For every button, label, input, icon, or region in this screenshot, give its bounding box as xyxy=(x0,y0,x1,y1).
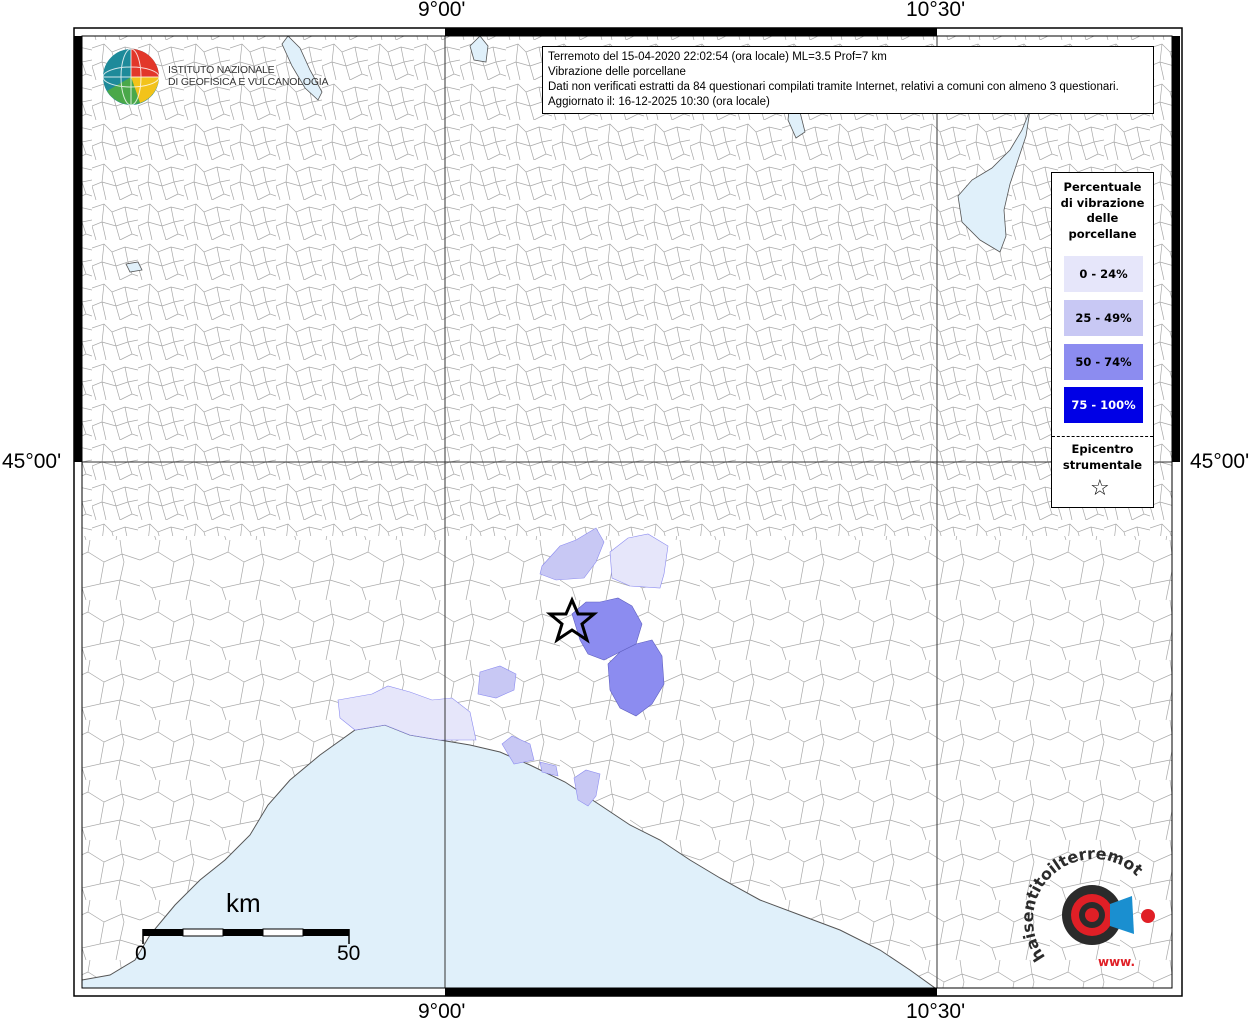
intensity-map[interactable]: haisentitoilterremoto.it www. xyxy=(0,0,1255,1024)
axis-top-right: 10°30' xyxy=(906,0,966,21)
legend-class-0-24: 0 - 24% xyxy=(1064,256,1143,292)
legend-epicenter-label: Epicentro strumentale xyxy=(1062,442,1143,472)
axis-bottom-left: 9°00' xyxy=(418,1000,466,1023)
legend-class-75-100: 75 - 100% xyxy=(1064,387,1143,423)
scale-min-label: 0 xyxy=(135,942,147,965)
title-parameter: Vibrazione delle porcellane xyxy=(548,66,686,78)
scale-unit: km xyxy=(226,888,261,918)
ingv-logo-text: ISTITUTO NAZIONALE DI GEOFISICA E VULCAN… xyxy=(168,64,329,88)
axis-bottom-right: 10°30' xyxy=(906,1000,966,1023)
map-title-box: Terremoto del 15-04-2020 22:02:54 (ora l… xyxy=(542,46,1154,114)
legend-star-icon: ☆ xyxy=(1090,476,1110,501)
title-data-note: Dati non verificati estratti da 84 quest… xyxy=(548,81,1119,93)
legend-class-50-74: 50 - 74% xyxy=(1064,344,1143,380)
ingv-logo-icon xyxy=(102,48,160,106)
axis-left-lat: 45°00' xyxy=(2,450,62,473)
title-updated: Aggiornato il: 16-12-2025 10:30 (ora loc… xyxy=(548,96,770,108)
legend: Percentuale di vibrazione delle porcella… xyxy=(1051,172,1154,508)
legend-class-25-49: 25 - 49% xyxy=(1064,300,1143,336)
legend-title: Percentuale di vibrazione delle porcella… xyxy=(1060,180,1145,241)
title-event: Terremoto del 15-04-2020 22:02:54 (ora l… xyxy=(548,51,887,63)
hsit-logo-prefix: www. xyxy=(1098,955,1135,969)
axis-right-lat: 45°00' xyxy=(1190,450,1250,473)
axis-top-left: 9°00' xyxy=(418,0,466,21)
legend-divider xyxy=(1052,436,1153,437)
scale-max-label: 50 xyxy=(337,942,361,965)
